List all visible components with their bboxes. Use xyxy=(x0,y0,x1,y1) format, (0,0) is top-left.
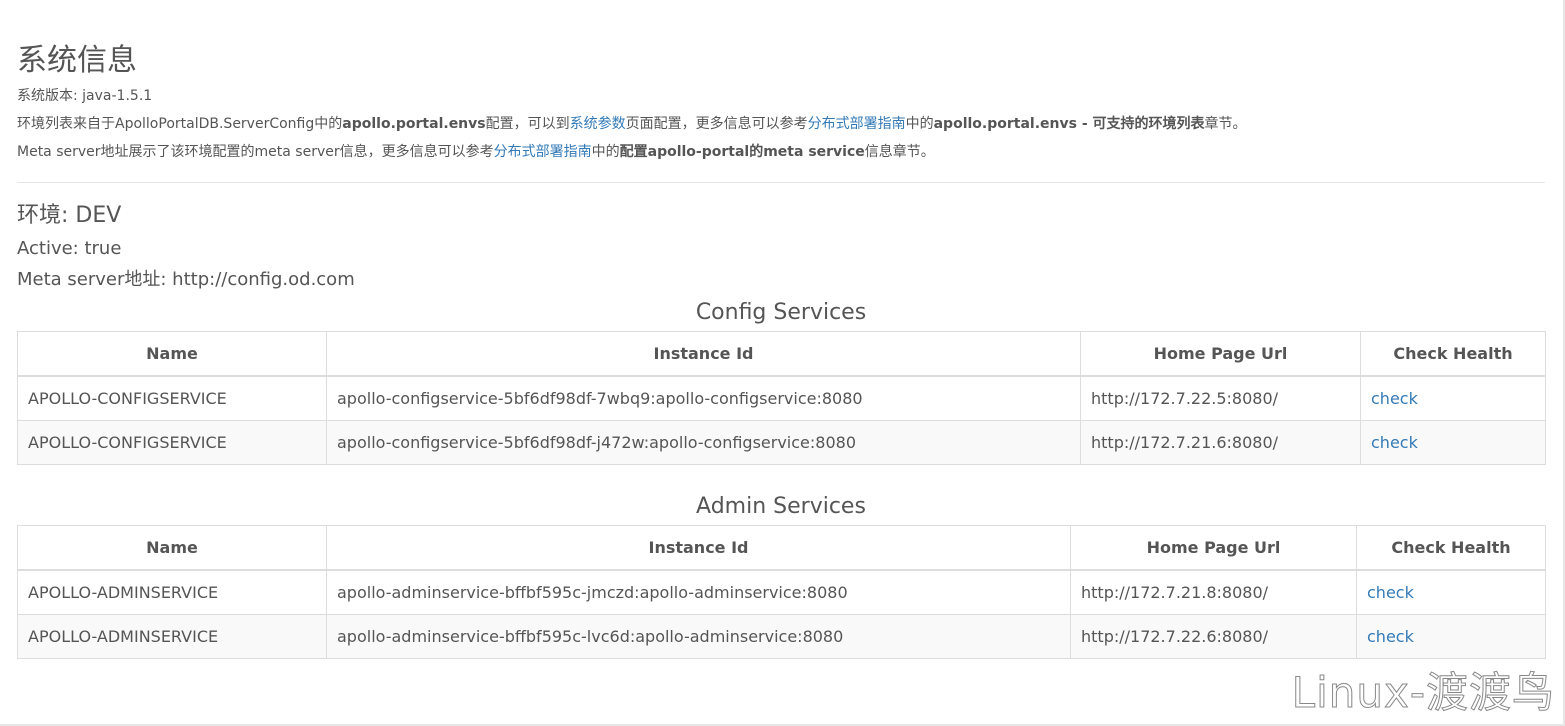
section-divider xyxy=(17,182,1545,183)
column-header-home-page-url: Home Page Url xyxy=(1070,525,1357,571)
env-note-bold: apollo.portal.envs xyxy=(342,116,486,132)
service-name: APOLLO-CONFIGSERVICE xyxy=(17,420,327,465)
home-page-url: http://172.7.22.6:8080/ xyxy=(1070,614,1357,659)
table-header-row: Name Instance Id Home Page Url Check Hea… xyxy=(17,525,1546,571)
env-note-text: 章节。 xyxy=(1204,116,1247,132)
env-note-text: 中的 xyxy=(905,116,934,132)
environment-active: Active: true xyxy=(17,238,122,259)
environment-meta-server: Meta server地址: http://config.od.com xyxy=(17,269,355,290)
env-list-note: 环境列表来自于ApolloPortalDB.ServerConfig中的apol… xyxy=(17,110,1545,138)
service-name: APOLLO-ADMINSERVICE xyxy=(17,614,327,659)
home-page-url: http://172.7.22.5:8080/ xyxy=(1080,375,1361,421)
env-note-text: 页面配置，更多信息可以参考 xyxy=(625,116,808,132)
meta-note-bold: 配置apollo-portal的meta service xyxy=(619,144,865,160)
instance-id: apollo-configservice-5bf6df98df-j472w:ap… xyxy=(326,420,1081,465)
check-health-link[interactable]: check xyxy=(1367,583,1414,602)
env-note-text: 配置，可以到 xyxy=(485,116,570,132)
system-version: 系统版本: java-1.5.1 xyxy=(17,88,153,104)
column-header-check-health: Check Health xyxy=(1356,525,1546,571)
config-services-table: Name Instance Id Home Page Url Check Hea… xyxy=(17,331,1546,465)
table-row: APOLLO-ADMINSERVICE apollo-adminservice-… xyxy=(17,569,1546,615)
table-row: APOLLO-ADMINSERVICE apollo-adminservice-… xyxy=(17,614,1546,659)
environment-title: 环境: DEV xyxy=(17,203,122,228)
admin-services-table: Name Instance Id Home Page Url Check Hea… xyxy=(17,525,1546,659)
home-page-url: http://172.7.21.8:8080/ xyxy=(1070,569,1357,615)
meta-note-text: 信息章节。 xyxy=(864,144,935,160)
meta-note-text: Meta server地址展示了该环境配置的meta server信息，更多信息… xyxy=(17,144,494,160)
meta-note-text: 中的 xyxy=(591,144,620,160)
service-name: APOLLO-ADMINSERVICE xyxy=(17,569,327,615)
service-name: APOLLO-CONFIGSERVICE xyxy=(17,375,327,421)
system-info-page: 系统信息 系统版本: java-1.5.1 环境列表来自于ApolloPorta… xyxy=(17,40,1546,659)
check-health-link[interactable]: check xyxy=(1371,433,1418,452)
instance-id: apollo-adminservice-bffbf595c-jmczd:apol… xyxy=(326,569,1071,615)
admin-services-title: Admin Services xyxy=(696,494,866,519)
page-title: 系统信息 xyxy=(17,43,137,78)
column-header-instance-id: Instance Id xyxy=(326,525,1071,571)
deploy-guide-link[interactable]: 分布式部署指南 xyxy=(494,144,592,160)
deploy-guide-link[interactable]: 分布式部署指南 xyxy=(808,116,906,132)
table-header-row: Name Instance Id Home Page Url Check Hea… xyxy=(17,331,1546,377)
system-params-link[interactable]: 系统参数 xyxy=(570,116,626,132)
env-note-bold: apollo.portal.envs - 可支持的环境列表 xyxy=(933,116,1205,132)
instance-id: apollo-adminservice-bffbf595c-lvc6d:apol… xyxy=(326,614,1071,659)
check-health-cell: check xyxy=(1356,569,1546,615)
env-note-text: 环境列表来自于ApolloPortalDB.ServerConfig中的 xyxy=(17,116,343,132)
check-health-link[interactable]: check xyxy=(1371,389,1418,408)
column-header-check-health: Check Health xyxy=(1360,331,1546,377)
table-row: APOLLO-CONFIGSERVICE apollo-configservic… xyxy=(17,420,1546,465)
check-health-cell: check xyxy=(1360,420,1546,465)
check-health-link[interactable]: check xyxy=(1367,627,1414,646)
column-header-name: Name xyxy=(17,525,327,571)
column-header-instance-id: Instance Id xyxy=(326,331,1081,377)
home-page-url: http://172.7.21.6:8080/ xyxy=(1080,420,1361,465)
column-header-home-page-url: Home Page Url xyxy=(1080,331,1361,377)
column-header-name: Name xyxy=(17,331,327,377)
check-health-cell: check xyxy=(1356,614,1546,659)
check-health-cell: check xyxy=(1360,375,1546,421)
table-row: APOLLO-CONFIGSERVICE apollo-configservic… xyxy=(17,375,1546,421)
watermark: Linux-渡渡鸟 xyxy=(1291,668,1555,718)
meta-server-note: Meta server地址展示了该环境配置的meta server信息，更多信息… xyxy=(17,138,1545,166)
config-services-title: Config Services xyxy=(695,300,867,325)
instance-id: apollo-configservice-5bf6df98df-7wbq9:ap… xyxy=(326,375,1081,421)
